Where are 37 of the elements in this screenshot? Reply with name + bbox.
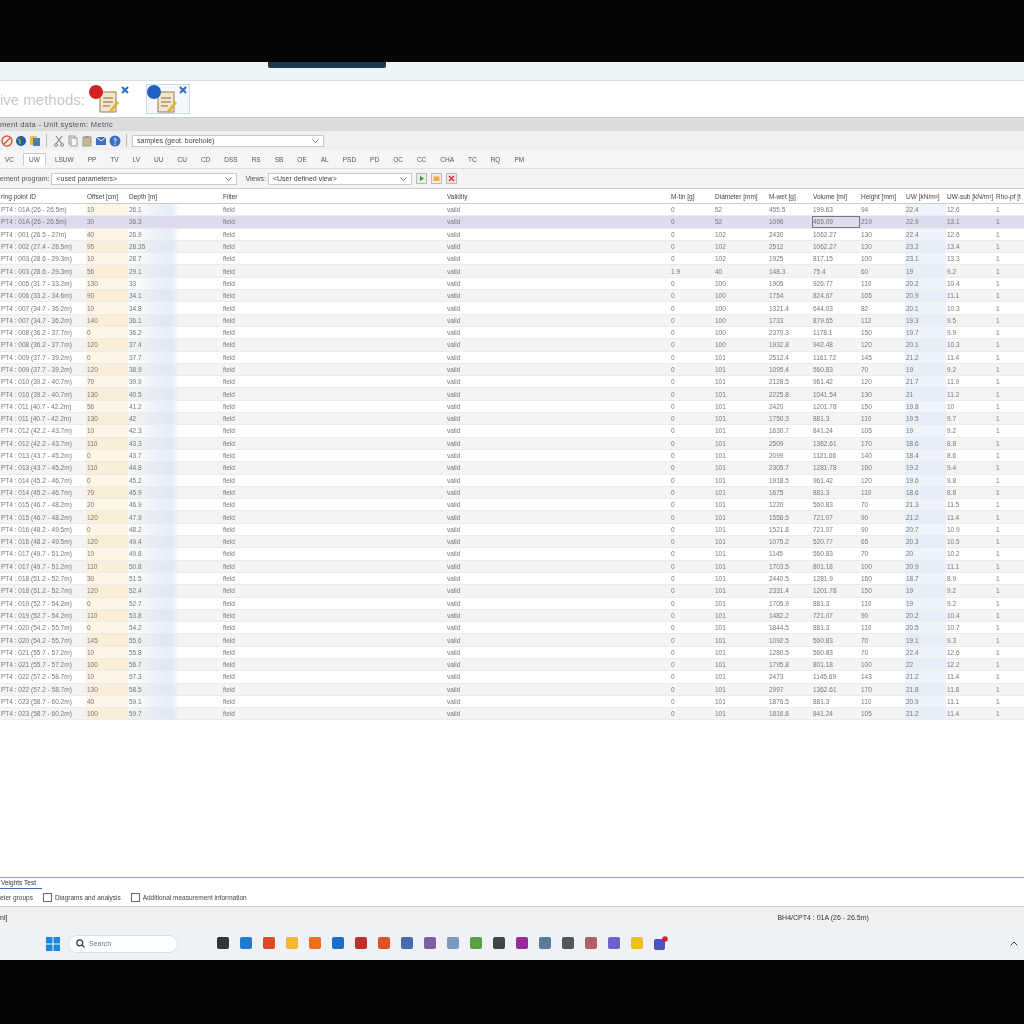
view-button[interactable] — [445, 173, 457, 184]
toolbar-button[interactable] — [28, 133, 41, 148]
toolbar-button[interactable] — [52, 133, 65, 148]
caret-icon — [225, 176, 233, 181]
cut-icon — [52, 134, 65, 147]
play-icon — [416, 174, 426, 183]
toolbar-button[interactable] — [0, 133, 13, 148]
close-icon[interactable] — [121, 86, 129, 94]
toolbar-button[interactable] — [80, 133, 93, 148]
delete-icon — [446, 174, 456, 183]
method-button[interactable] — [88, 84, 132, 114]
caret-icon — [312, 138, 319, 143]
help-icon — [108, 134, 121, 147]
view-button[interactable] — [415, 173, 427, 184]
mail-icon — [94, 134, 107, 147]
windows-logo-icon[interactable] — [46, 936, 60, 951]
app-icon[interactable] — [492, 936, 507, 951]
toolbar-button[interactable] — [14, 133, 27, 148]
caret-icon — [399, 176, 407, 181]
app-icon[interactable] — [515, 936, 530, 951]
app-icon[interactable] — [354, 936, 369, 951]
checkbox[interactable] — [42, 893, 52, 902]
app-icon[interactable] — [561, 936, 576, 951]
app-icon[interactable] — [216, 936, 231, 951]
search-icon — [76, 939, 85, 948]
toolbar-button[interactable] — [108, 133, 121, 148]
checkbox[interactable] — [130, 893, 140, 902]
app-icon[interactable] — [653, 936, 668, 951]
globe-icon — [14, 134, 27, 147]
chevron-up-icon[interactable] — [1010, 941, 1018, 946]
folder-icon — [431, 174, 441, 183]
documents-icon — [28, 134, 41, 147]
method-button[interactable] — [146, 84, 190, 114]
close-icon[interactable] — [179, 86, 187, 94]
copy-icon — [66, 134, 79, 147]
cancel-icon — [0, 134, 13, 147]
paste-icon — [80, 134, 93, 147]
